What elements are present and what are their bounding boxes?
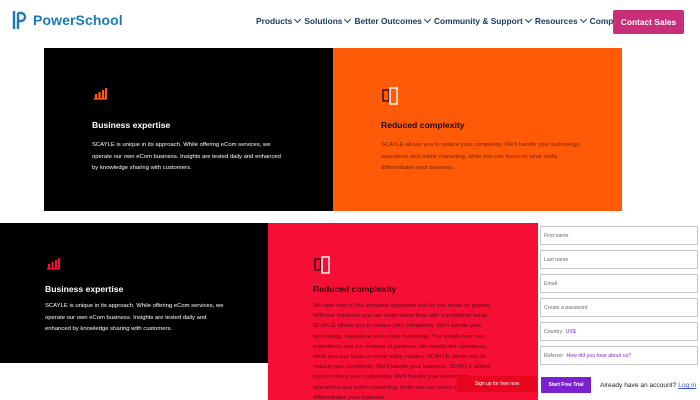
panel-body: SCAYLE allows you to reduce your complex… bbox=[381, 142, 581, 171]
nav-community-support[interactable]: Community & Support bbox=[433, 15, 532, 26]
chevron-down-icon bbox=[344, 15, 352, 24]
country-select[interactable]: Country: US$ bbox=[540, 322, 698, 341]
email-field[interactable]: Email bbox=[540, 274, 698, 293]
chevron-down-icon bbox=[579, 15, 587, 24]
panel-body: SCAYLE is unique in its approach. While … bbox=[92, 142, 281, 171]
main-nav: Products Solutions Better Outcomes Commu… bbox=[256, 15, 637, 26]
login-link[interactable]: Log in bbox=[678, 382, 696, 389]
panel-title: Reduced complexity bbox=[313, 284, 397, 294]
panel-title: Business expertise bbox=[45, 284, 124, 294]
bar-chart-icon bbox=[94, 88, 107, 100]
feature-panel-reduced-complexity-2: Reduced complexity We take care of the c… bbox=[268, 223, 538, 400]
bar-chart-icon bbox=[47, 258, 60, 270]
chevron-down-icon bbox=[294, 15, 302, 24]
contact-sales-button[interactable]: Contact Sales bbox=[613, 10, 684, 34]
nav-products[interactable]: Products bbox=[256, 15, 302, 26]
nav-label: Solutions bbox=[304, 16, 343, 26]
cube-icon bbox=[314, 256, 330, 274]
nav-solutions[interactable]: Solutions bbox=[304, 15, 352, 26]
powerschool-mark-icon bbox=[12, 11, 27, 29]
field-placeholder: First name bbox=[544, 232, 569, 239]
feature-panel-business-expertise: Business expertise SCAYLE is unique in i… bbox=[44, 48, 333, 211]
panel-title: Reduced complexity bbox=[381, 120, 465, 130]
signup-tag[interactable]: Sign up for free now bbox=[457, 376, 537, 392]
field-label: Referrer: bbox=[544, 352, 565, 359]
referrer-select[interactable]: Referrer: How did you hear about us? bbox=[540, 346, 698, 365]
field-value: US$ bbox=[565, 328, 576, 335]
powerschool-logo[interactable]: PowerSchool bbox=[12, 10, 123, 30]
nav-resources[interactable]: Resources bbox=[534, 15, 587, 26]
login-prompt-text: Already have an account? bbox=[600, 382, 677, 389]
password-field[interactable]: Create a password bbox=[540, 298, 698, 317]
logo-text: PowerSchool bbox=[33, 12, 123, 28]
feature-panel-business-expertise-2: Business expertise SCAYLE is unique in i… bbox=[0, 223, 268, 363]
signup-form: First name Last name Email Create a pass… bbox=[538, 223, 700, 400]
first-name-field[interactable]: First name bbox=[540, 226, 698, 245]
nav-label: Better Outcomes bbox=[354, 16, 422, 26]
last-name-field[interactable]: Last name bbox=[540, 250, 698, 269]
site-header: PowerSchool Products Solutions Better Ou… bbox=[0, 0, 700, 45]
start-free-trial-button[interactable]: Start Free Trial bbox=[541, 377, 591, 393]
field-label: Country: bbox=[544, 328, 564, 335]
nav-better-outcomes[interactable]: Better Outcomes bbox=[354, 15, 431, 26]
feature-panel-reduced-complexity: Reduced complexity SCAYLE allows you to … bbox=[333, 48, 622, 211]
login-prompt: Already have an account? Log in bbox=[600, 382, 696, 389]
field-placeholder: Last name bbox=[544, 256, 569, 263]
nav-label: Products bbox=[256, 16, 293, 26]
panel-body: SCAYLE is unique in its approach. While … bbox=[45, 303, 224, 332]
chevron-down-icon bbox=[423, 15, 431, 24]
panel-title: Business expertise bbox=[92, 120, 171, 130]
field-placeholder: Email bbox=[544, 280, 557, 287]
chevron-down-icon bbox=[524, 15, 532, 24]
field-placeholder: Create a password bbox=[544, 304, 588, 311]
field-value: How did you hear about us? bbox=[566, 352, 632, 359]
nav-label: Resources bbox=[534, 16, 578, 26]
nav-label: Community & Support bbox=[433, 16, 523, 26]
cube-icon bbox=[382, 87, 398, 105]
